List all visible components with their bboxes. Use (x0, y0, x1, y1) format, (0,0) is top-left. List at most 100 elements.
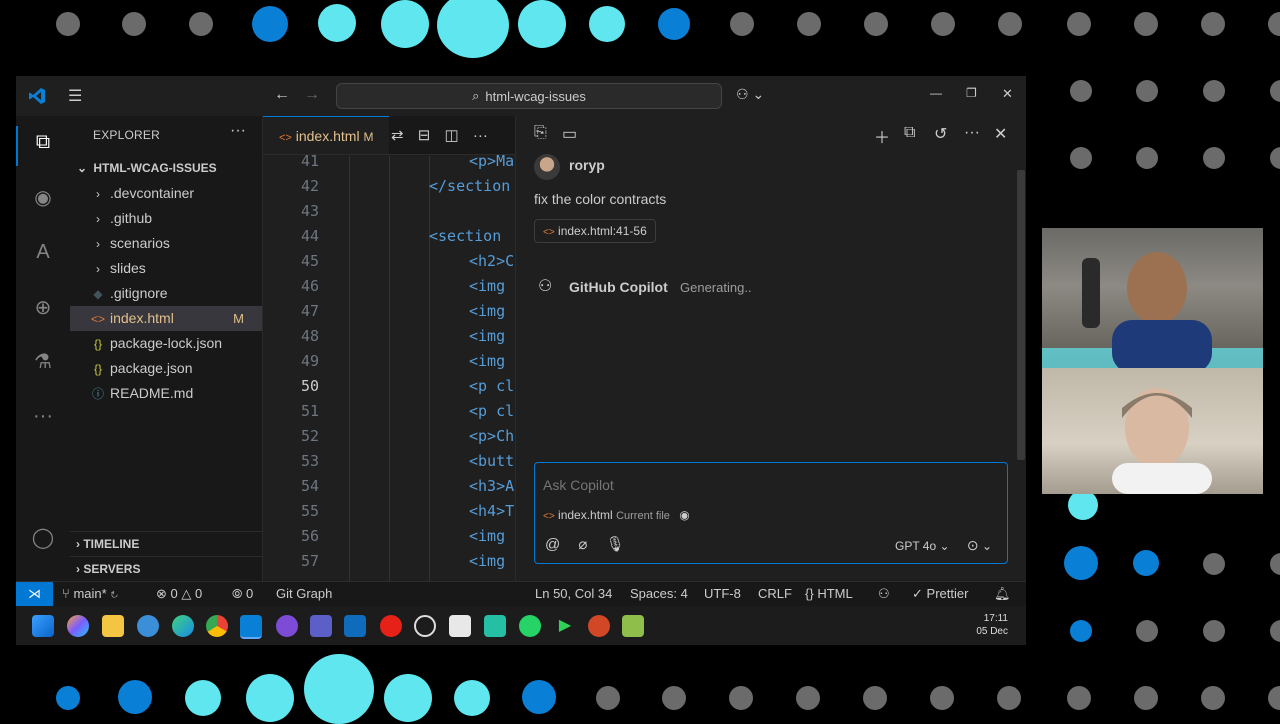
tree-item[interactable]: ⓘ README.md (70, 381, 262, 406)
code-line[interactable]: 49 <img (263, 349, 515, 374)
code-line[interactable]: 52 <p>Ch (263, 424, 515, 449)
open-editor-icon[interactable]: ⧉ (904, 124, 915, 142)
powerpoint-icon[interactable] (588, 615, 610, 637)
remote-indicator-icon[interactable]: ⋊ (16, 582, 53, 606)
code-line[interactable]: 47 <img (263, 299, 515, 324)
encoding[interactable]: UTF-8 (704, 582, 741, 606)
stop-icon[interactable]: ⊙ (967, 537, 979, 553)
new-file-icon[interactable]: ⎘ (534, 124, 547, 142)
prettier-indicator[interactable]: ✓ Prettier (912, 582, 968, 606)
minimize-button[interactable]: — (930, 86, 942, 100)
upload-icon[interactable]: ⊕ (29, 294, 57, 322)
teams-icon[interactable] (310, 615, 332, 637)
app-icon[interactable] (622, 615, 644, 637)
forward-arrow-icon[interactable]: → (304, 86, 320, 104)
chat-icon[interactable]: ▭ (562, 124, 577, 144)
context-chip[interactable]: <> index.html Current file ◉ (543, 505, 690, 525)
open-changes-icon[interactable]: ⊟ (418, 127, 431, 144)
code-line[interactable]: 57 <img (263, 549, 515, 574)
compare-icon[interactable]: ⇄ (391, 127, 404, 144)
chat-scrollbar[interactable] (1017, 170, 1025, 460)
tree-item[interactable]: {} package-lock.json (70, 331, 262, 356)
outlook-icon[interactable] (344, 615, 366, 637)
problems-indicator[interactable]: ⊗ 0 △ 0 (156, 582, 202, 606)
servers-section[interactable]: › SERVERS (70, 556, 262, 582)
app-icon[interactable] (137, 615, 159, 637)
tree-item[interactable]: › scenarios (70, 231, 262, 256)
chat-input[interactable] (541, 473, 985, 497)
chrome-icon[interactable] (206, 615, 228, 637)
vscode-insiders-icon[interactable] (484, 615, 506, 637)
explorer-more-icon[interactable]: ··· (230, 122, 246, 140)
code-line[interactable]: 48 <img (263, 324, 515, 349)
command-center-search[interactable]: ⌕ html-wcag-issues (336, 83, 722, 109)
tree-item[interactable]: ◆ .gitignore (70, 281, 262, 306)
chatgpt-icon[interactable] (414, 615, 436, 637)
tree-item[interactable]: › slides (70, 256, 262, 281)
file-reference-chip[interactable]: <> index.html:41-56 (534, 219, 656, 243)
microphone-icon[interactable]: 🎙︎ (606, 536, 625, 553)
end-of-line[interactable]: CRLF (758, 582, 792, 606)
code-line[interactable]: 55 <h4>T (263, 499, 515, 524)
copilot-status-icon[interactable]: ⚇ (878, 582, 890, 606)
attach-icon[interactable]: ⌀ (578, 536, 587, 553)
file-explorer-icon[interactable] (102, 615, 124, 637)
system-clock[interactable]: 17:11 05 Dec (976, 612, 1008, 638)
tree-item[interactable]: › .devcontainer (70, 181, 262, 206)
line-number: 45 (300, 252, 319, 270)
mention-icon[interactable]: @ (545, 536, 560, 553)
editor-more-icon[interactable]: ··· (473, 127, 488, 144)
close-chat-icon[interactable]: ✕ (994, 124, 1007, 144)
close-button[interactable]: ✕ (1002, 86, 1013, 102)
chat-more-icon[interactable]: ··· (964, 124, 980, 142)
code-line[interactable]: 42 </section (263, 174, 515, 199)
indentation[interactable]: Spaces: 4 (630, 582, 688, 606)
tree-item[interactable]: {} package.json (70, 356, 262, 381)
eye-icon[interactable]: ◉ (679, 508, 689, 522)
edge-icon[interactable] (172, 615, 194, 637)
github-desktop-icon[interactable] (276, 615, 298, 637)
code-line[interactable]: 54 <h3>A (263, 474, 515, 499)
youtube-icon[interactable] (380, 615, 402, 637)
git-graph-button[interactable]: Git Graph (276, 582, 332, 606)
root-folder[interactable]: ⌄ HTML-WCAG-ISSUES (70, 156, 262, 181)
code-line[interactable]: 46 <img (263, 274, 515, 299)
windows-start-icon[interactable] (32, 615, 54, 637)
code-line[interactable]: 45 <h2>C (263, 249, 515, 274)
testing-icon[interactable]: ⚗ (29, 348, 57, 376)
code-line[interactable]: 56 <img (263, 524, 515, 549)
app-icon[interactable] (449, 615, 471, 637)
branch-indicator[interactable]: ⑂ main* ↻ (62, 582, 118, 606)
whatsapp-icon[interactable] (519, 615, 541, 637)
code-line[interactable]: 44 <section (263, 224, 515, 249)
code-line[interactable]: 43 (263, 199, 515, 224)
restore-button[interactable]: ❐ (966, 86, 977, 100)
model-picker[interactable]: GPT 4o ⌄ ⊙ ⌄ (895, 537, 992, 554)
split-editor-icon[interactable]: ◫ (445, 127, 459, 144)
more-icon[interactable]: ··· (29, 402, 57, 430)
azure-icon[interactable]: A (29, 238, 57, 266)
code-line[interactable]: 41 <p>Ma (263, 149, 515, 174)
notifications-bell-icon[interactable]: 🔔︎ (994, 582, 1011, 606)
language-mode[interactable]: {} HTML (805, 582, 853, 606)
new-chat-icon[interactable]: ＋ (874, 124, 890, 148)
tree-item[interactable]: <> index.html M (70, 306, 262, 331)
timeline-section[interactable]: › TIMELINE (70, 531, 262, 557)
tree-item[interactable]: › .github (70, 206, 262, 231)
play-icon[interactable]: ▶ (554, 615, 576, 637)
cursor-position[interactable]: Ln 50, Col 34 (535, 582, 612, 606)
code-line[interactable]: 51 <p cl (263, 399, 515, 424)
github-icon[interactable]: ◉ (29, 184, 57, 212)
explorer-icon[interactable]: ⧉ (29, 128, 57, 156)
account-icon[interactable]: ◯ (29, 524, 57, 552)
ports-indicator[interactable]: ⦾ 0 (232, 582, 253, 606)
code-view[interactable]: 41 <p>Ma 42 </section 43 44 <section 45 <h2>C 46 <… (263, 152, 515, 581)
copilot-app-icon[interactable] (67, 615, 89, 637)
back-arrow-icon[interactable]: ← (274, 86, 290, 104)
history-icon[interactable]: ↺ (934, 124, 947, 144)
code-line[interactable]: 50 <p cl (263, 374, 515, 399)
copilot-icon[interactable]: ⚇ ⌄ (736, 86, 764, 103)
code-line[interactable]: 53 <butt (263, 449, 515, 474)
vscode-icon[interactable] (240, 615, 262, 639)
menu-icon[interactable]: ☰ (68, 86, 82, 106)
